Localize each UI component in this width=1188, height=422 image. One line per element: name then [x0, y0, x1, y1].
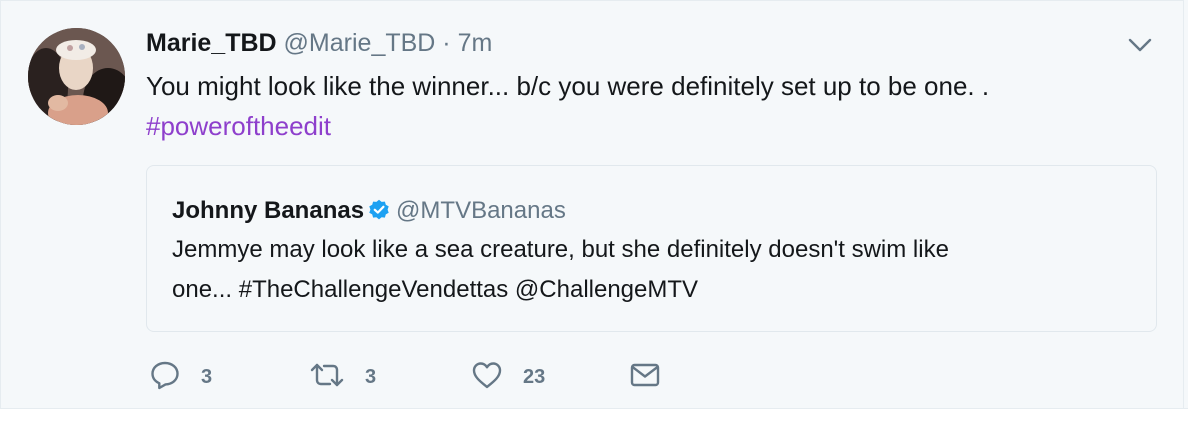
tweet-text: You might look like the winner... b/c yo… — [146, 66, 1156, 146]
retweet-icon — [309, 360, 345, 395]
quoted-tweet-header: Johnny Bananas @MTVBananas — [172, 196, 566, 226]
hashtag-link[interactable]: #poweroftheedit — [146, 111, 331, 141]
next-item-area — [0, 409, 1188, 422]
reply-icon — [149, 360, 181, 395]
author-handle[interactable]: @Marie_TBD — [284, 29, 436, 57]
tweet-card[interactable]: Marie_TBD @Marie_TBD · 7m You might look… — [0, 0, 1184, 408]
quoted-tweet-text: Jemmye may look like a sea creature, but… — [172, 230, 1132, 310]
quoted-author-handle: @MTVBananas — [396, 197, 566, 224]
tweet-header: Marie_TBD @Marie_TBD · 7m — [146, 28, 492, 58]
direct-message-button[interactable] — [629, 359, 661, 395]
separator-dot: · — [442, 29, 451, 57]
author-name[interactable]: Marie_TBD — [146, 29, 277, 57]
quoted-author-name: Johnny Bananas — [172, 197, 365, 224]
envelope-icon — [629, 360, 661, 395]
quoted-text-line: one... #TheChallengeVendettas @Challenge… — [172, 276, 699, 303]
verified-badge-icon — [368, 199, 390, 221]
heart-icon — [471, 360, 503, 395]
reply-button[interactable]: 3 — [149, 359, 212, 395]
reply-count: 3 — [201, 365, 213, 388]
retweet-button[interactable]: 3 — [309, 359, 376, 395]
chevron-down-icon[interactable] — [1127, 35, 1153, 55]
timestamp[interactable]: 7m — [458, 29, 493, 57]
quoted-tweet[interactable]: Johnny Bananas @MTVBananas Jemmye may lo… — [146, 165, 1157, 332]
tweet-body: You might look like the winner... b/c yo… — [146, 71, 990, 101]
retweet-count: 3 — [365, 365, 377, 388]
like-count: 23 — [523, 365, 546, 388]
avatar-image — [28, 28, 125, 125]
quoted-text-line: Jemmye may look like a sea creature, but… — [172, 236, 949, 263]
avatar[interactable] — [28, 28, 125, 125]
like-button[interactable]: 23 — [471, 359, 545, 395]
